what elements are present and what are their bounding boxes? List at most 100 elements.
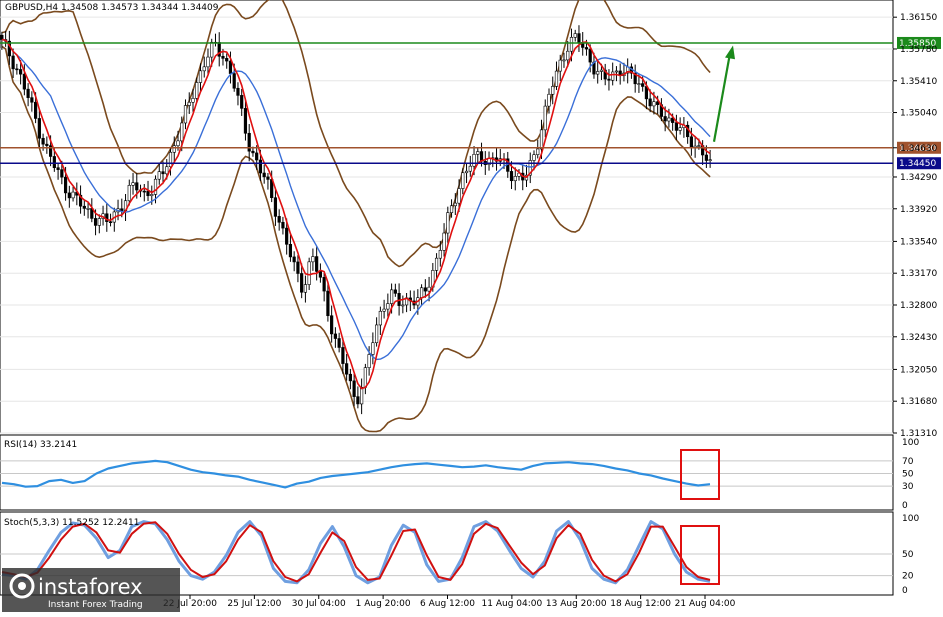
indicator-y-tick-label: 70 (902, 457, 914, 467)
candle-body (330, 315, 334, 335)
candle-body (536, 148, 540, 155)
candle-body (19, 69, 23, 75)
candle-body (348, 373, 352, 382)
candle-body (315, 256, 319, 272)
logo-tagline: Instant Forex Trading (48, 600, 143, 610)
candle-body (296, 261, 300, 274)
candle-body (449, 205, 454, 213)
candle-body (663, 116, 667, 122)
candle-body (311, 256, 315, 263)
candle-body (180, 122, 184, 142)
candle-body (262, 172, 266, 178)
candle-body (509, 171, 514, 182)
y-tick-label: 1.35780 (900, 45, 937, 55)
candle-body (547, 93, 551, 107)
candle-body (614, 70, 619, 73)
candle-body (453, 202, 457, 207)
candle-body (15, 68, 19, 71)
y-tick-label: 1.36150 (900, 13, 937, 23)
candle-body (382, 308, 386, 312)
candle-body (277, 216, 281, 223)
y-tick-label: 1.33920 (900, 205, 937, 215)
candle-body (401, 304, 405, 307)
candle-body (198, 70, 203, 83)
candle-body (172, 145, 176, 153)
candle-body (56, 167, 60, 170)
candle-body (341, 347, 345, 364)
chart-root: 1.35850 1.34630 1.34450 1.36150 1.35780 1.35… (0, 0, 943, 613)
y-tick-label: 1.35410 (900, 77, 937, 87)
candle-body (288, 244, 293, 258)
y-tick-label: 1.33540 (900, 237, 937, 247)
candle-body (142, 190, 146, 193)
candle-body (607, 78, 611, 81)
candle-body (240, 95, 244, 109)
indicator-y-tick-label: 100 (902, 514, 919, 524)
candle-body (322, 276, 326, 292)
candle-body (667, 117, 671, 122)
candle-body (52, 156, 56, 169)
candle-body (30, 97, 34, 103)
x-tick-label: 18 Aug 12:00 (610, 599, 671, 609)
candle-body (375, 324, 379, 344)
indicator-y-tick-label: 20 (902, 572, 914, 582)
y-tick-label: 1.32050 (900, 365, 937, 375)
candle-body (108, 221, 113, 223)
candle-body (442, 232, 446, 251)
candle-body (599, 69, 604, 72)
candle-body (146, 190, 150, 197)
candle-body (419, 287, 424, 298)
candle-body (228, 60, 233, 74)
candle-body (232, 73, 236, 89)
candle-body (258, 159, 263, 174)
candle-body (337, 338, 341, 348)
candle-body (532, 154, 536, 161)
candle-body (157, 171, 161, 180)
candle-body (225, 58, 229, 62)
candle-body (303, 284, 308, 293)
candle-body (266, 176, 270, 180)
candle-body (120, 208, 124, 212)
logo-brand-text: instaforex (38, 575, 143, 599)
candle-body (345, 363, 349, 375)
candle-body (708, 159, 712, 161)
candle-body (202, 66, 206, 72)
candle-body (41, 137, 45, 145)
x-tick-label: 25 Jul 12:00 (227, 599, 281, 609)
indicator-y-tick-label: 0 (902, 501, 908, 511)
candle-body (554, 70, 559, 87)
candle-body (363, 367, 367, 388)
candle-body (93, 218, 98, 226)
candle-body (689, 136, 693, 149)
candle-body (273, 197, 278, 217)
candle-body (195, 82, 199, 99)
candle-body (577, 33, 581, 43)
candle-body (183, 105, 188, 124)
candle-body (326, 290, 330, 317)
candle-body (360, 386, 364, 405)
candle-body (539, 129, 544, 150)
indicator-y-tick-label: 50 (902, 550, 914, 560)
rsi-panel-frame (0, 434, 894, 511)
candle-body (461, 172, 465, 189)
candle-body (243, 108, 248, 134)
x-tick-label: 11 Aug 04:00 (482, 599, 543, 609)
y-tick-label: 1.32430 (900, 333, 937, 343)
candle-body (71, 191, 75, 199)
candle-body (161, 171, 165, 175)
candle-body (26, 88, 30, 98)
stoch-title: Stoch(5,3,3) 11.5252 12.2411 (4, 518, 139, 528)
candle-body (236, 87, 240, 96)
candle-body (386, 303, 390, 310)
candle-body (251, 150, 255, 154)
candle-body (292, 256, 296, 263)
candle-body (573, 33, 577, 38)
candle-body (476, 151, 480, 155)
candle-body (389, 289, 394, 304)
candle-body (131, 182, 135, 186)
candle-body (22, 73, 26, 90)
candle-body (210, 41, 214, 58)
candle-body (446, 212, 450, 234)
candle-body (562, 59, 566, 62)
candle-body (566, 50, 570, 61)
